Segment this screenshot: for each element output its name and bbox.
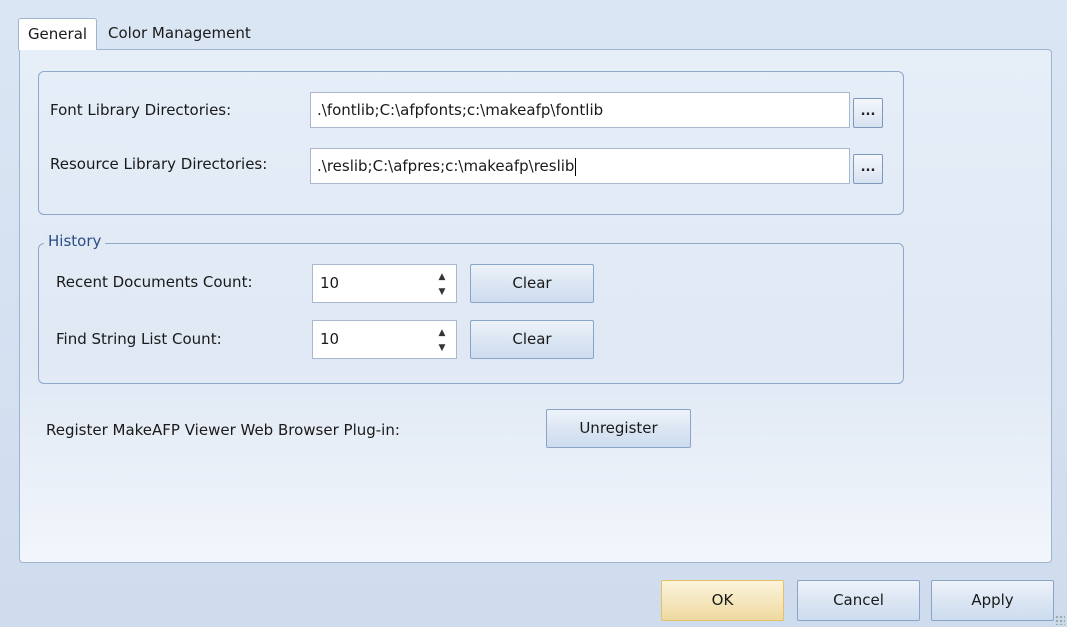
find-string-label: Find String List Count: (56, 330, 222, 348)
recent-documents-stepper[interactable]: 10 ▲ ▼ (312, 264, 457, 303)
recent-documents-value: 10 (320, 274, 340, 292)
ok-button[interactable]: OK (661, 580, 784, 621)
cancel-button[interactable]: Cancel (797, 580, 920, 621)
font-library-value: .\fontlib;C:\afpfonts;c:\makeafp\fontlib (317, 101, 604, 119)
tab-color-management[interactable]: Color Management (102, 18, 272, 49)
find-string-stepper[interactable]: 10 ▲ ▼ (312, 320, 457, 359)
text-caret (575, 158, 577, 176)
recent-documents-label: Recent Documents Count: (56, 273, 253, 291)
find-string-value: 10 (320, 330, 340, 348)
font-library-browse-button[interactable]: ... (853, 98, 883, 128)
resource-library-value: .\reslib;C:\afpres;c:\makeafp\reslib (317, 157, 575, 175)
history-legend: History (44, 232, 106, 250)
tab-general[interactable]: General (18, 18, 97, 50)
font-library-input[interactable]: .\fontlib;C:\afpfonts;c:\makeafp\fontlib (310, 92, 850, 128)
clear-find-string-button[interactable]: Clear (470, 320, 594, 359)
resource-library-input[interactable]: .\reslib;C:\afpres;c:\makeafp\reslib (310, 148, 850, 184)
resource-library-browse-button[interactable]: ... (853, 154, 883, 184)
resize-grip-icon[interactable] (1055, 615, 1065, 625)
resource-library-label: Resource Library Directories: (50, 155, 268, 173)
apply-button[interactable]: Apply (931, 580, 1054, 621)
clear-recent-documents-button[interactable]: Clear (470, 264, 594, 303)
plugin-label: Register MakeAFP Viewer Web Browser Plug… (46, 421, 400, 439)
unregister-button[interactable]: Unregister (546, 409, 691, 448)
font-library-label: Font Library Directories: (50, 101, 232, 119)
spin-up-icon[interactable]: ▲ (436, 270, 448, 284)
spin-down-icon[interactable]: ▼ (436, 341, 448, 355)
spin-down-icon[interactable]: ▼ (436, 285, 448, 299)
spin-up-icon[interactable]: ▲ (436, 326, 448, 340)
